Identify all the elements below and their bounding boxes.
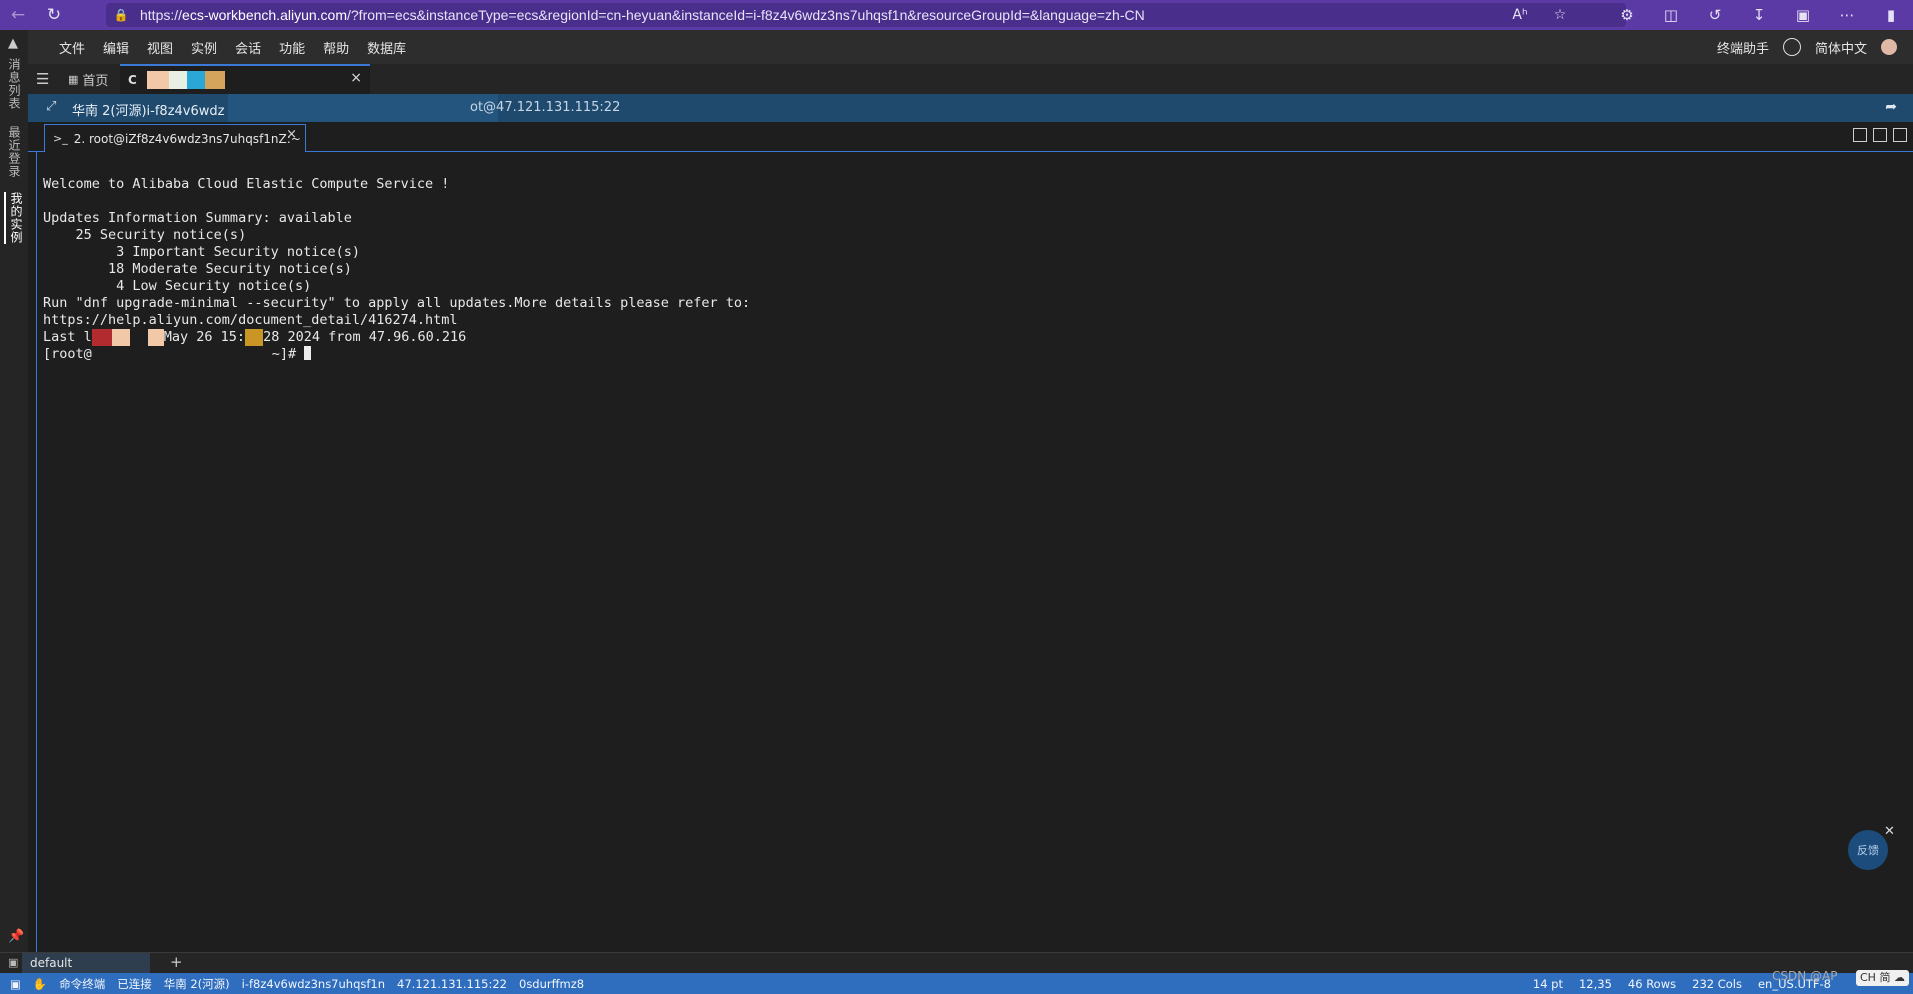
- browser-toolbar: ← ↻ 🔒 https://ecs-workbench.aliyun.com/?…: [0, 0, 1913, 30]
- terminal-line: 3 Important Security notice(s): [43, 244, 360, 260]
- url-text[interactable]: https://ecs-workbench.aliyun.com/?from=e…: [140, 7, 1500, 23]
- redacted-block: [168, 71, 187, 89]
- status-cursor-position: 12,35: [1578, 976, 1612, 991]
- vtab-recent-logins[interactable]: 最近登录: [4, 126, 24, 178]
- menu-help[interactable]: 帮助: [314, 38, 358, 57]
- language-switch[interactable]: 简体中文: [1815, 38, 1867, 57]
- tab-terminal[interactable]: C ×: [120, 64, 370, 94]
- split-screen-icon[interactable]: ◫: [1649, 0, 1693, 30]
- close-icon[interactable]: ×: [286, 127, 297, 142]
- terminal-line: 18 Moderate Security notice(s): [43, 261, 352, 277]
- terminal-line: Updates Information Summary: available: [43, 210, 352, 226]
- refresh-icon[interactable]: ↻: [36, 0, 72, 30]
- terminal-line: Welcome to Alibaba Cloud Elastic Compute…: [43, 176, 450, 192]
- editor-tabs: ☰ ▦ 首页 C ×: [28, 64, 1913, 94]
- redacted-block: [204, 71, 225, 89]
- tab-home-label: 首页: [82, 73, 109, 89]
- terminal-tab-icon: C: [128, 73, 137, 87]
- menu-session[interactable]: 会话: [226, 38, 270, 57]
- favorite-star-icon[interactable]: ☆: [1540, 7, 1580, 23]
- menu-instance[interactable]: 实例: [182, 38, 226, 57]
- terminal-line: https://help.aliyun.com/document_detail/…: [43, 312, 458, 328]
- instance-info-bar: ⤢ 华南 2(河源)i-f8z4v6wdz ot@47.121.131.115:…: [28, 94, 1913, 126]
- more-icon[interactable]: ⋯: [1825, 0, 1869, 30]
- back-icon[interactable]: ←: [0, 0, 36, 30]
- ime-indicator[interactable]: CH 简 ☁: [1856, 970, 1909, 986]
- vtab-my-instances[interactable]: 我的实例: [4, 192, 26, 244]
- menu-edit[interactable]: 编辑: [94, 38, 138, 57]
- lock-icon[interactable]: 🔒: [110, 8, 132, 22]
- sidebar-icon[interactable]: ▮: [1869, 0, 1913, 30]
- vtab-messages[interactable]: 消息列表: [4, 58, 24, 110]
- redacted-block: [186, 71, 205, 89]
- history-icon[interactable]: ↺: [1693, 0, 1737, 30]
- add-icon[interactable]: +: [170, 953, 183, 971]
- session-tab[interactable]: >_ 2. root@iZf8z4v6wdz3ns7uhqsf1nZ:~ ×: [44, 124, 306, 152]
- export-icon[interactable]: ➦: [1885, 99, 1897, 115]
- redacted-block: [245, 329, 264, 346]
- read-aloud-icon[interactable]: Aʰ: [1500, 7, 1540, 23]
- redacted-block: [111, 329, 130, 346]
- status-instance-id: i-f8z4v6wdz3ns7uhqsf1n: [241, 976, 386, 991]
- avatar[interactable]: [1881, 39, 1897, 55]
- pin-icon[interactable]: 📌: [8, 929, 24, 944]
- terminal-line: Run "dnf upgrade-minimal --security" to …: [43, 295, 751, 311]
- status-region: 华南 2(河源): [163, 976, 230, 991]
- tab-home[interactable]: ▦ 首页: [68, 64, 108, 94]
- status-bar: ▣ ✋ 命令终端 已连接 华南 2(河源) i-f8z4v6wdz3ns7uhq…: [0, 973, 1913, 994]
- downloads-icon[interactable]: ↧: [1737, 0, 1781, 30]
- menu-view[interactable]: 视图: [138, 38, 182, 57]
- status-rows: 46 Rows: [1627, 976, 1677, 991]
- hand-icon[interactable]: ✋: [33, 977, 47, 991]
- menu-features[interactable]: 功能: [270, 38, 314, 57]
- address-bar[interactable]: 🔒 https://ecs-workbench.aliyun.com/?from…: [106, 3, 1626, 27]
- status-terminal-mode: 命令终端: [59, 976, 106, 991]
- terminal-cursor: [304, 346, 312, 360]
- redacted-block: [146, 71, 169, 89]
- terminal-icon: ▣: [8, 956, 19, 969]
- prompt-icon: >_: [53, 132, 68, 145]
- terminal-assistant-link[interactable]: 终端助手: [1717, 38, 1769, 57]
- terminal-output[interactable]: Welcome to Alibaba Cloud Elastic Compute…: [43, 176, 750, 363]
- globe-icon[interactable]: [1782, 38, 1801, 56]
- split-vertical-icon[interactable]: [1873, 128, 1887, 142]
- instance-info-address: ot@47.121.131.115:22: [470, 100, 621, 115]
- extensions-icon[interactable]: ⚙: [1605, 0, 1649, 30]
- watermark: CSDN @AP: [1772, 969, 1838, 983]
- window-icon[interactable]: ▣: [10, 977, 21, 991]
- redacted-block: [91, 329, 112, 346]
- feedback-button[interactable]: 反馈: [1848, 830, 1888, 870]
- new-pane-icon[interactable]: [1853, 128, 1867, 142]
- activity-bar: ▲ 消息列表 最近登录 我的实例 📌: [0, 30, 28, 964]
- session-tab-label: 2. root@iZf8z4v6wdz3ns7uhqsf1nZ:~: [73, 131, 301, 146]
- grid-icon: ▦: [68, 72, 79, 86]
- status-cols: 232 Cols: [1692, 976, 1742, 991]
- redacted-block: [147, 329, 164, 346]
- terminal-pane[interactable]: Welcome to Alibaba Cloud Elastic Compute…: [36, 152, 1906, 952]
- close-icon[interactable]: ✕: [1884, 824, 1895, 839]
- terminal-line: 4 Low Security notice(s): [43, 278, 312, 294]
- status-font-size[interactable]: 14 pt: [1533, 977, 1563, 991]
- instance-info-text: 华南 2(河源)i-f8z4v6wdz: [72, 104, 225, 119]
- status-connection: 已连接: [117, 976, 152, 991]
- split-horizontal-icon[interactable]: [1893, 128, 1907, 142]
- app-logo-icon: ▲: [8, 36, 18, 51]
- menu-file[interactable]: 文件: [50, 38, 94, 57]
- status-address: 47.121.131.115:22: [397, 976, 507, 991]
- menubar: 文件 编辑 视图 实例 会话 功能 帮助 数据库 终端助手 简体中文: [28, 30, 1913, 64]
- close-icon[interactable]: ×: [350, 70, 362, 86]
- collapse-icon[interactable]: ⤢: [46, 99, 56, 114]
- status-session-id: 0sdurffmz8: [519, 976, 585, 991]
- menu-database[interactable]: 数据库: [358, 38, 415, 57]
- prompt-line: [root@ ~]#: [43, 346, 312, 362]
- session-group-bar: ▣ default +: [0, 952, 1913, 973]
- terminal-line: 25 Security notice(s): [43, 227, 247, 243]
- screenshot-icon[interactable]: ▣: [1781, 0, 1825, 30]
- session-tabs: >_ 2. root@iZf8z4v6wdz3ns7uhqsf1nZ:~ ×: [28, 122, 1913, 152]
- list-icon[interactable]: ☰: [36, 70, 49, 88]
- last-login-line: Last l May 26 15: 28 2024 from 47.96.60.21…: [43, 329, 467, 346]
- session-group-default[interactable]: default: [22, 953, 150, 973]
